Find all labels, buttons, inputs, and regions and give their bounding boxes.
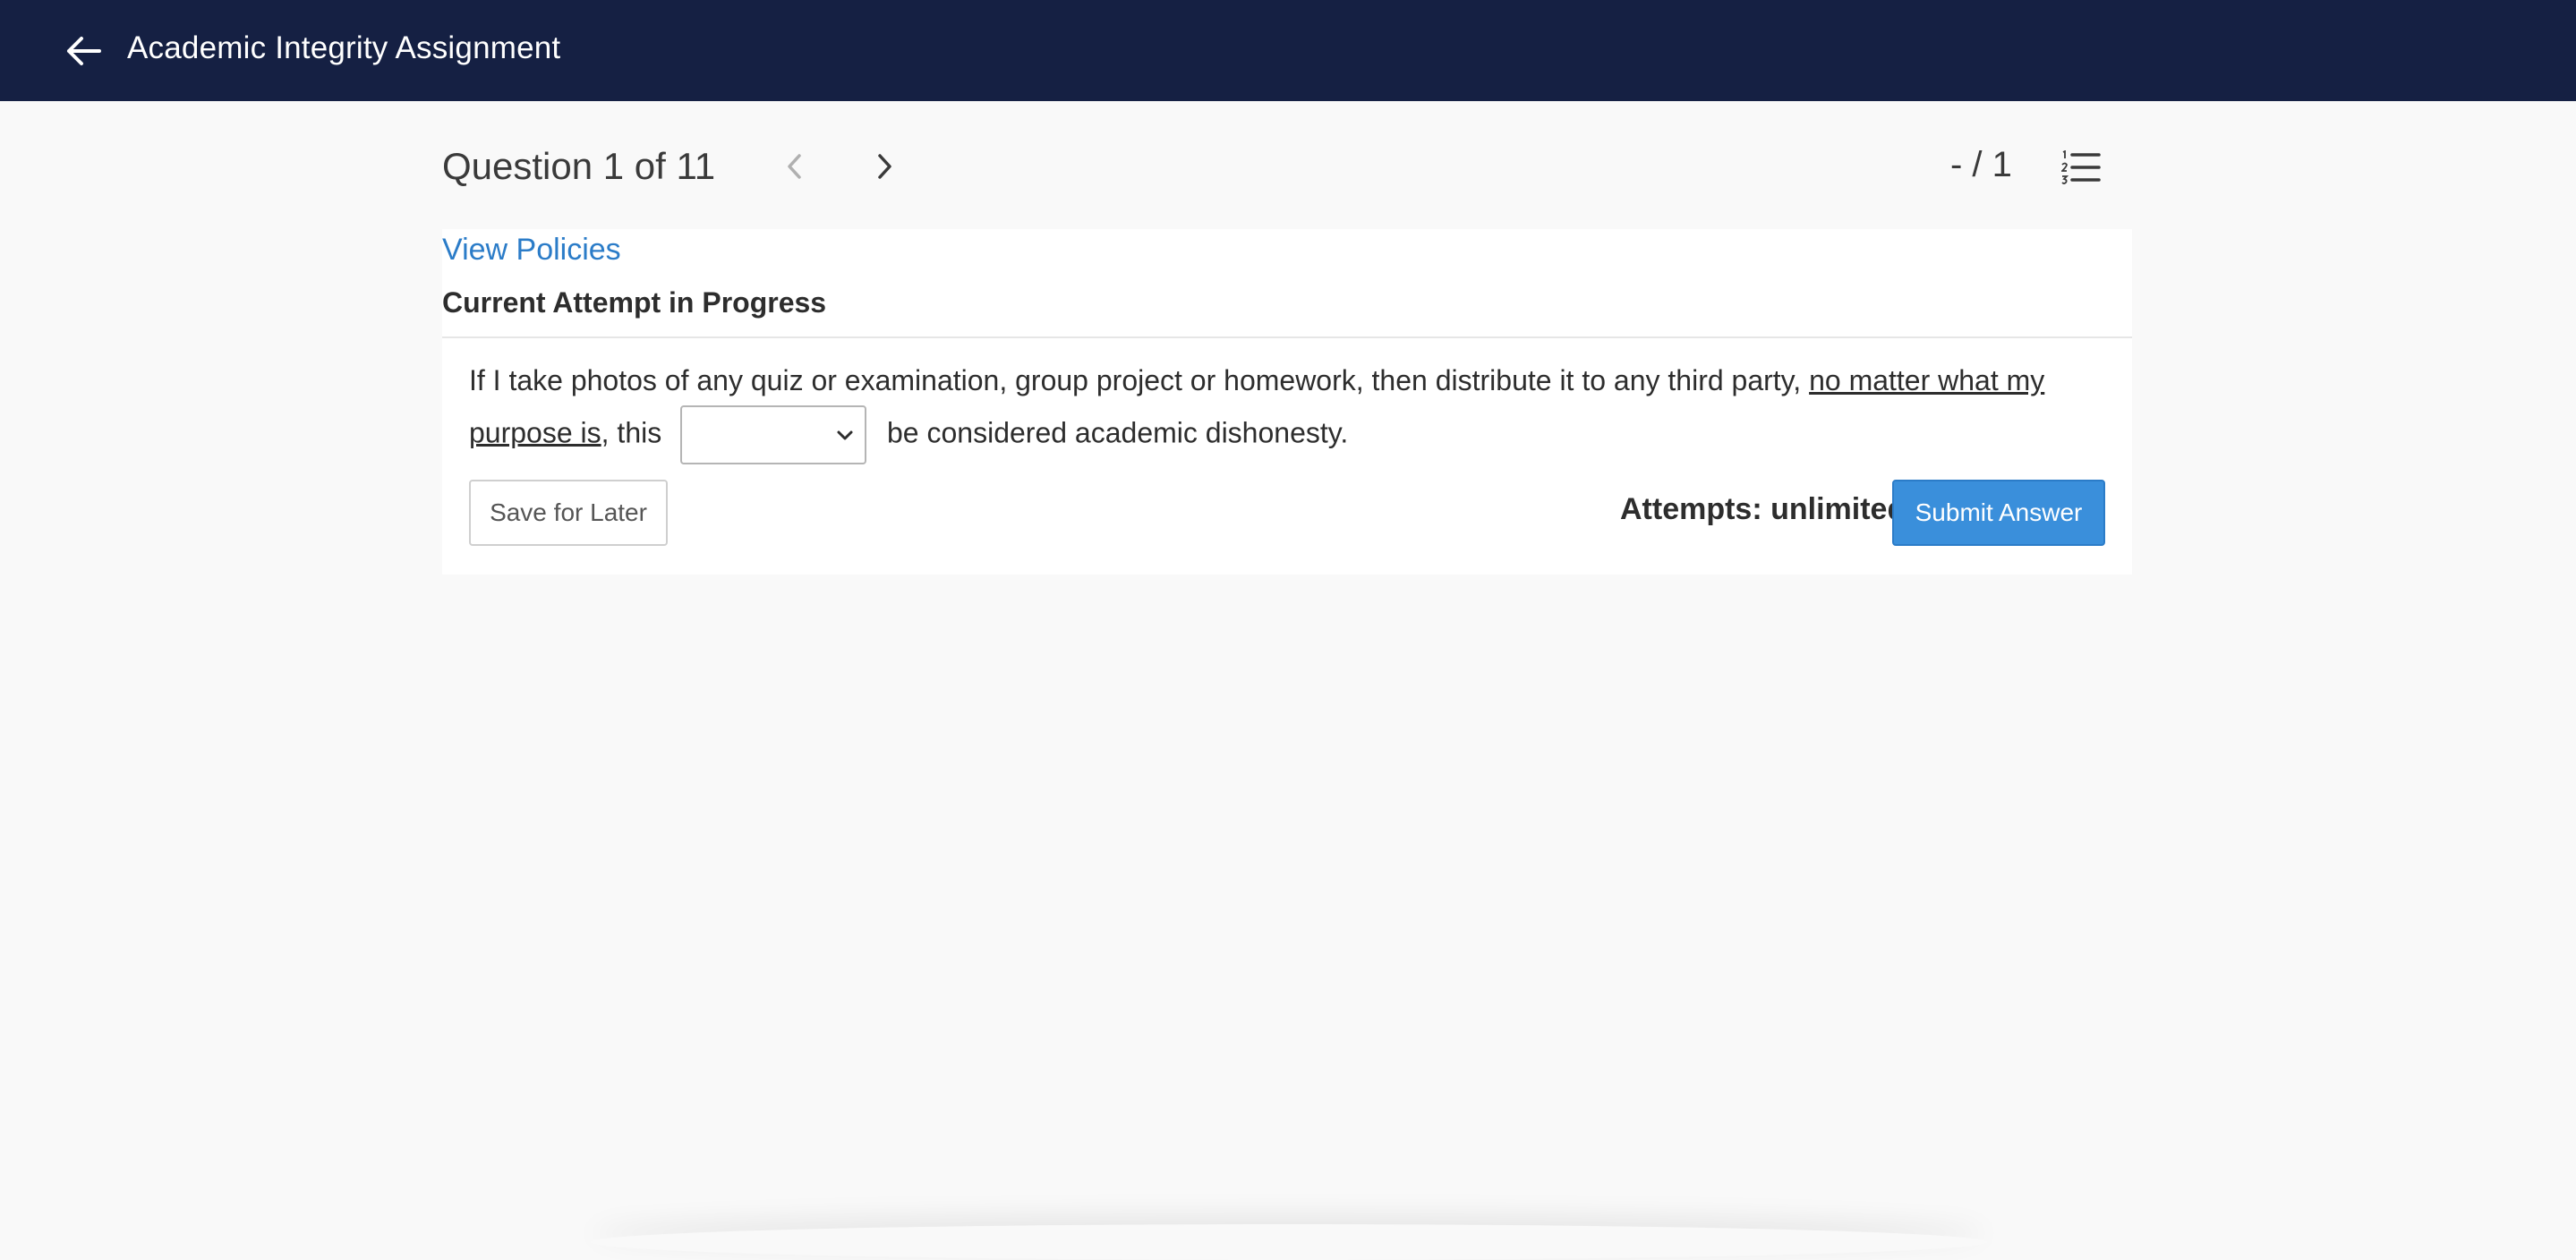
numbered-list-icon (2061, 150, 2101, 184)
attempt-status: Current Attempt in Progress (442, 286, 827, 319)
question-header: Question 1 of 11 - / 1 (442, 134, 2132, 199)
bottom-shadow (591, 1224, 1987, 1260)
chevron-down-icon (837, 430, 853, 440)
question-card: View Policies Current Attempt in Progres… (442, 229, 2132, 575)
view-policies-link[interactable]: View Policies (442, 233, 621, 268)
divider (442, 336, 2132, 338)
next-question-button[interactable] (865, 147, 904, 186)
question-list-button[interactable] (2060, 149, 2102, 186)
previous-question-button[interactable] (775, 147, 815, 186)
assignment-title: Academic Integrity Assignment (127, 30, 561, 65)
question-text-part2: , this (601, 416, 662, 449)
chevron-left-icon (788, 154, 801, 179)
save-for-later-button[interactable]: Save for Later (469, 480, 668, 546)
back-button[interactable] (63, 32, 104, 70)
arrow-left-icon (67, 37, 101, 65)
attempts-label: Attempts: unlimited (1620, 492, 1906, 526)
question-score: - / 1 (1950, 145, 2012, 184)
answer-dropdown[interactable] (680, 405, 867, 464)
question-text-part1: If I take photos of any quiz or examinat… (469, 364, 1810, 396)
question-text-part3: be considered academic dishonesty. (887, 416, 1349, 449)
question-text: If I take photos of any quiz or examinat… (469, 356, 2107, 464)
question-counter: Question 1 of 11 (442, 145, 716, 187)
top-bar: Academic Integrity Assignment (0, 0, 2576, 101)
chevron-right-icon (878, 154, 891, 179)
submit-answer-button[interactable]: Submit Answer (1892, 480, 2105, 546)
